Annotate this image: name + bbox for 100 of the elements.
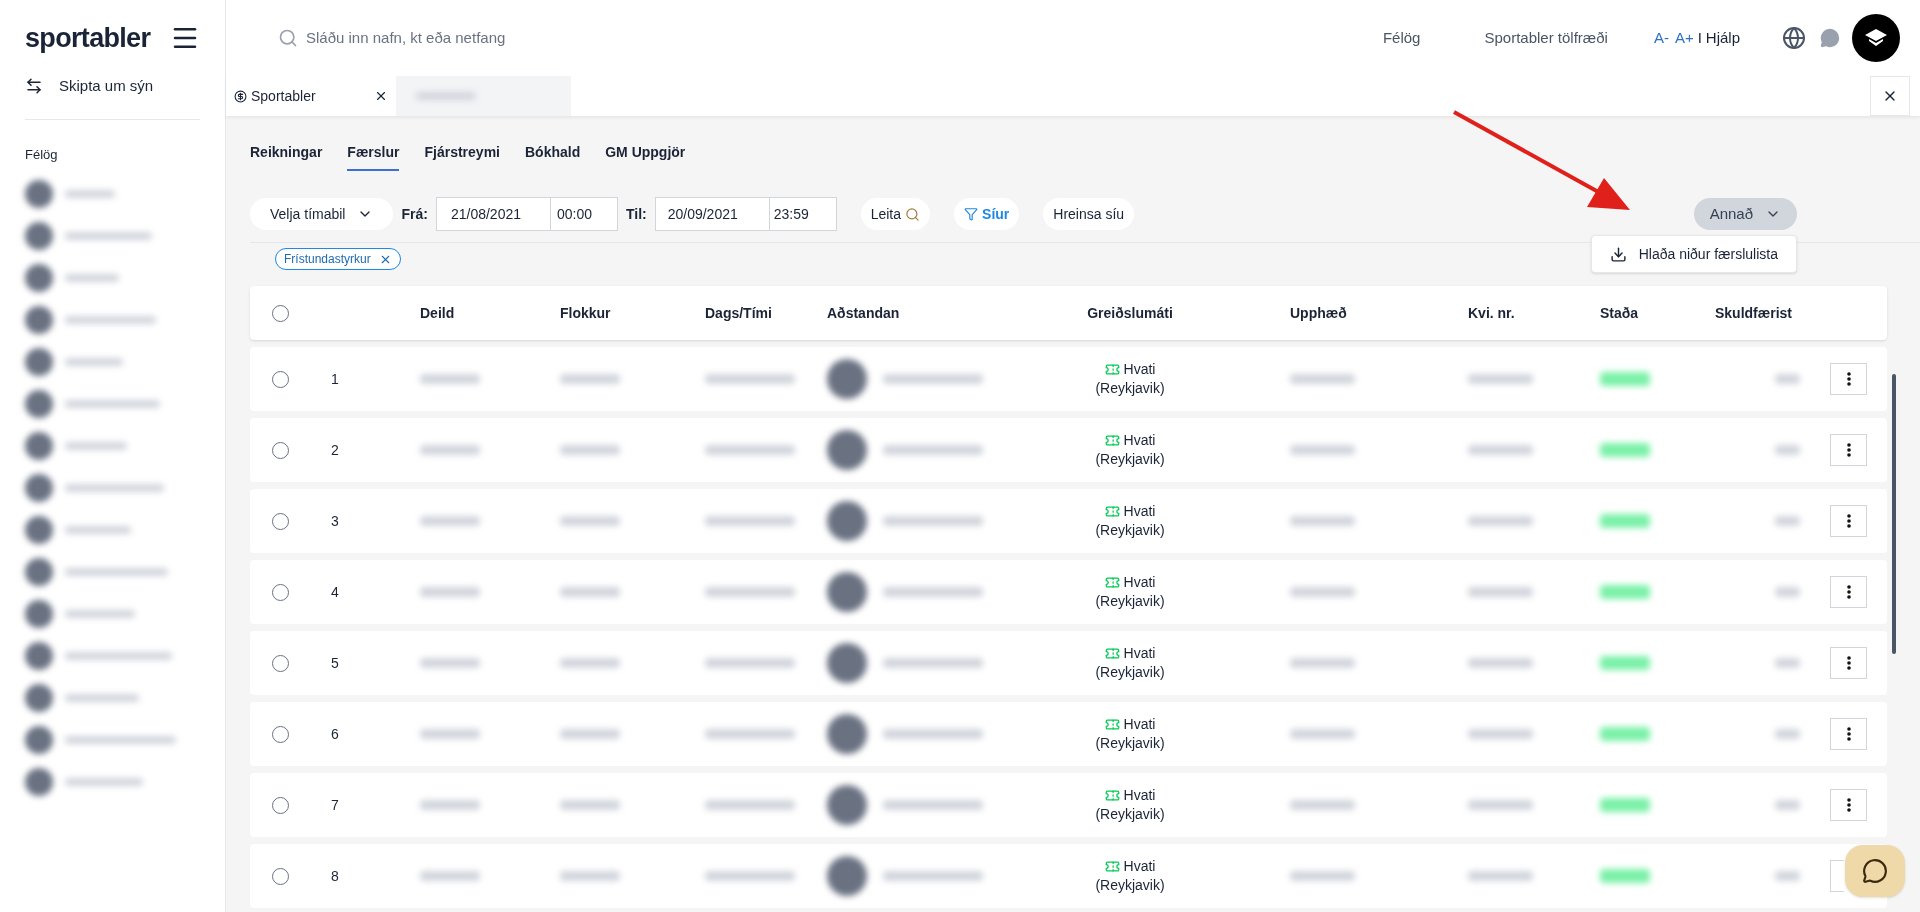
blurred-text (420, 374, 480, 384)
ticket-icon (1104, 859, 1120, 874)
period-dropdown[interactable]: Velja tímabil (250, 198, 394, 230)
logo[interactable]: sportabler (25, 17, 151, 59)
sub-tab[interactable]: Reikningar (250, 141, 323, 171)
ticket-icon (1104, 362, 1120, 377)
row-menu-button[interactable] (1830, 363, 1867, 395)
blurred-text (560, 374, 620, 384)
ticket-icon (1104, 717, 1120, 732)
table-row[interactable]: 1 Hvati (Reykjavik) (250, 347, 1887, 411)
blurred-text (1290, 587, 1355, 597)
from-date-field[interactable]: 21/08/2021 (435, 197, 551, 231)
chat-icon (1862, 858, 1888, 884)
blurred-avatar (827, 359, 867, 399)
table-row[interactable]: 5 Hvati (Reykjavik) (250, 631, 1887, 695)
blurred-text (1290, 800, 1355, 810)
blurred-text (420, 871, 480, 881)
to-time-field[interactable]: 23:59 (769, 197, 837, 231)
blurred-text (1290, 374, 1355, 384)
search-icon (278, 28, 298, 48)
swap-icon[interactable] (25, 77, 43, 95)
payment-method: Hvati (1104, 644, 1156, 663)
blurred-avatar (827, 501, 867, 541)
blurred-text (1775, 871, 1800, 881)
blurred-text (1468, 374, 1533, 384)
row-number: 6 (330, 724, 340, 744)
currency-icon (234, 89, 247, 103)
ticket-icon (1104, 433, 1120, 448)
row-menu-button[interactable] (1830, 576, 1867, 608)
blurred-text (420, 729, 480, 739)
blurred-text (1775, 587, 1800, 597)
row-menu-button[interactable] (1830, 647, 1867, 679)
payment-region: (Reykjavik) (1095, 805, 1165, 824)
blurred-avatar (827, 643, 867, 683)
nav-link[interactable]: Félög (1382, 26, 1421, 50)
chat-widget-button[interactable] (1845, 845, 1905, 897)
table-row[interactable]: 3 Hvati (Reykjavik) (250, 489, 1887, 553)
row-number: 1 (330, 369, 340, 389)
table-row[interactable]: 8 Hvati (Reykjavik) (250, 844, 1887, 908)
column-header: Greiðslumáti (1086, 303, 1174, 323)
scrollbar[interactable] (1892, 374, 1896, 654)
nav-link[interactable]: Sportabler tölfræði (1484, 26, 1608, 50)
column-header: Flokkur (560, 303, 612, 323)
blurred-text (1600, 798, 1650, 812)
globe-icon[interactable] (1782, 26, 1806, 50)
from-time-field[interactable]: 00:00 (550, 197, 618, 231)
blurred-text (560, 445, 620, 455)
from-label: Frá: (401, 204, 428, 224)
download-menu-item[interactable]: Hlaða niður færslulista (1591, 236, 1796, 272)
payment-method: Hvati (1104, 360, 1156, 379)
blurred-text (420, 587, 480, 597)
clear-filter-button[interactable]: Hreinsa síu (1043, 198, 1135, 230)
column-header: Aðstandan (827, 303, 901, 323)
close-button[interactable] (1870, 76, 1910, 116)
filter-chip[interactable]: Frístundastyrkur (275, 248, 401, 270)
to-date-field[interactable]: 20/09/2021 (654, 197, 770, 231)
row-menu-button[interactable] (1830, 434, 1867, 466)
help-link[interactable]: Hjálp (1705, 26, 1740, 50)
blurred-text (560, 871, 620, 881)
row-menu-button[interactable] (1830, 789, 1867, 821)
search-button[interactable]: Leita (860, 198, 931, 230)
payment-method: Hvati (1104, 786, 1156, 805)
column-header: Dags/Tími (705, 303, 773, 323)
blurred-text (560, 729, 620, 739)
font-larger-link[interactable]: A+ (1674, 26, 1694, 50)
sub-tab[interactable]: GM Uppgjör (605, 141, 686, 171)
sub-tab[interactable]: Bókhald (524, 141, 581, 171)
more-icon (1846, 585, 1851, 599)
close-icon[interactable] (374, 89, 388, 103)
ticket-icon (1104, 646, 1120, 661)
column-header: Staða (1600, 303, 1640, 323)
filters-button[interactable]: Síur (954, 198, 1020, 230)
table-row[interactable]: 7 Hvati (Reykjavik) (250, 773, 1887, 837)
blurred-avatar (827, 430, 867, 470)
payment-method: Hvati (1104, 857, 1156, 876)
sub-tab[interactable]: Færslur (347, 141, 400, 171)
separator: I (1697, 27, 1702, 48)
column-header: Upphæð (1290, 303, 1348, 323)
blurred-text (1775, 729, 1800, 739)
row-menu-button[interactable] (1830, 718, 1867, 750)
blurred-text (1290, 516, 1355, 526)
row-number: 2 (330, 440, 340, 460)
blurred-text (420, 658, 480, 668)
other-dropdown[interactable]: Annað (1693, 198, 1797, 230)
table-row[interactable]: 2 Hvati (Reykjavik) (250, 418, 1887, 482)
profile-avatar[interactable] (1852, 14, 1900, 62)
switch-view-link[interactable]: Skipta um sýn (59, 74, 154, 98)
table-row[interactable]: 4 Hvati (Reykjavik) (250, 560, 1887, 624)
sub-tab[interactable]: Fjárstreymi (424, 141, 500, 171)
column-header: Deild (420, 303, 456, 323)
table-row[interactable]: 6 Hvati (Reykjavik) (250, 702, 1887, 766)
open-tab[interactable]: Sportabler (226, 76, 396, 116)
row-number: 4 (330, 582, 340, 602)
font-smaller-link[interactable]: A- (1653, 26, 1669, 50)
chat-icon[interactable] (1820, 28, 1840, 48)
row-menu-button[interactable] (1830, 505, 1867, 537)
more-icon (1846, 798, 1851, 812)
section-title: Félög (25, 146, 59, 164)
row-number: 8 (330, 866, 340, 886)
blurred-avatar (827, 572, 867, 612)
